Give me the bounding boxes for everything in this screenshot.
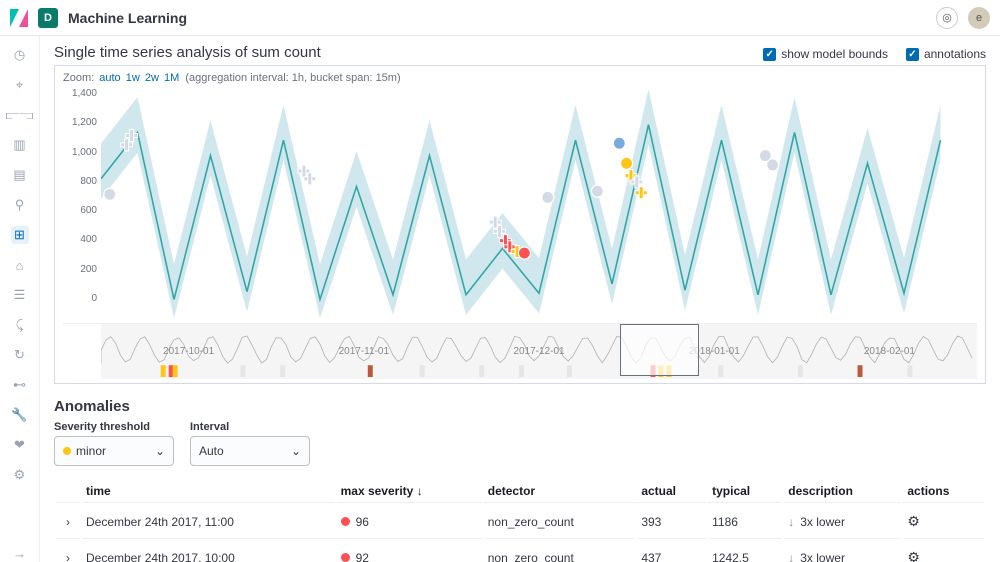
- visualize-icon[interactable]: ⫍⫎: [11, 106, 29, 124]
- checkbox-annotations-label: annotations: [924, 47, 986, 61]
- dashboard-icon[interactable]: ▥: [11, 136, 29, 154]
- sort-arrow-icon: ↓: [417, 484, 423, 498]
- row-actions-icon[interactable]: ⚙: [903, 541, 984, 562]
- siem-icon[interactable]: ⊷: [11, 376, 29, 394]
- interval-value: Auto: [199, 444, 224, 458]
- mini-x-tick: 2018-02-01: [802, 346, 977, 357]
- y-axis: 1,400 1,200 1,000 800 600 400 200 0: [63, 86, 101, 318]
- cell-typical: 1186: [708, 505, 782, 539]
- chart-container: Zoom: auto 1w 2w 1M (aggregation interva…: [54, 65, 986, 384]
- y-tick: 400: [80, 234, 97, 245]
- zoom-auto[interactable]: auto: [99, 72, 120, 84]
- arrow-down-icon: ↓: [788, 551, 794, 562]
- cell-detector: non_zero_count: [484, 505, 636, 539]
- chevron-down-icon: ⌄: [291, 444, 301, 458]
- mini-x-tick: 2017-11-01: [276, 346, 451, 357]
- table-row: ›December 24th 2017, 11:0096non_zero_cou…: [56, 505, 984, 539]
- mini-x-tick: 2017-12-01: [451, 346, 626, 357]
- brush-selection[interactable]: [620, 324, 699, 376]
- y-tick: 0: [91, 293, 97, 304]
- infra-icon[interactable]: ⌂: [11, 256, 29, 274]
- cell-typical: 1242.5: [708, 541, 782, 562]
- col-actions[interactable]: actions: [903, 478, 984, 503]
- col-actual[interactable]: actual: [637, 478, 706, 503]
- col-typical[interactable]: typical: [708, 478, 782, 503]
- severity-dot-icon: [341, 517, 350, 526]
- checkbox-model-bounds-label: show model bounds: [781, 47, 888, 61]
- zoom-label: Zoom:: [63, 72, 94, 84]
- help-icon[interactable]: ◎: [936, 7, 958, 29]
- app-title: Machine Learning: [68, 10, 187, 26]
- space-badge[interactable]: D: [38, 8, 58, 28]
- cell-detector: non_zero_count: [484, 541, 636, 562]
- context-x-axis: 2017-10-01 2017-11-01 2017-12-01 2018-01…: [101, 346, 977, 357]
- y-tick: 1,400: [72, 88, 97, 99]
- anomalies-table: time max severity ↓ detector actual typi…: [54, 476, 986, 562]
- cell-severity: 96: [337, 505, 482, 539]
- management-icon[interactable]: ⚙: [11, 466, 29, 484]
- col-detector[interactable]: detector: [484, 478, 636, 503]
- expand-row-icon[interactable]: ›: [56, 505, 80, 539]
- collapse-nav-icon[interactable]: →: [11, 544, 29, 562]
- chart-plot[interactable]: [101, 86, 977, 318]
- cell-description: ↓3x lower: [784, 505, 901, 539]
- main-panel: Single time series analysis of sum count…: [40, 36, 1000, 562]
- zoom-2w[interactable]: 2w: [145, 72, 159, 84]
- severity-value: minor: [76, 444, 106, 458]
- y-tick: 1,000: [72, 147, 97, 158]
- ml-icon[interactable]: ⊞: [11, 226, 29, 244]
- y-tick: 200: [80, 264, 97, 275]
- monitoring-icon[interactable]: ❤: [11, 436, 29, 454]
- y-tick: 600: [80, 205, 97, 216]
- maps-icon[interactable]: ⚲: [11, 196, 29, 214]
- uptime-icon[interactable]: ↻: [11, 346, 29, 364]
- cell-actual: 393: [637, 505, 706, 539]
- canvas-icon[interactable]: ▤: [11, 166, 29, 184]
- zoom-1m[interactable]: 1M: [164, 72, 179, 84]
- interval-label: Interval: [190, 421, 310, 433]
- severity-select[interactable]: minor ⌄: [54, 436, 174, 466]
- y-tick: 800: [80, 176, 97, 187]
- col-max-severity[interactable]: max severity ↓: [337, 478, 482, 503]
- col-description[interactable]: description: [784, 478, 901, 503]
- left-nav: ◷ ⌖ ⫍⫎ ▥ ▤ ⚲ ⊞ ⌂ ☰ ⤹ ↻ ⊷ 🔧 ❤ ⚙ →: [0, 36, 40, 562]
- user-avatar[interactable]: e: [968, 7, 990, 29]
- cell-time: December 24th 2017, 11:00: [82, 505, 335, 539]
- cell-time: December 24th 2017, 10:00: [82, 541, 335, 562]
- topbar: D Machine Learning ◎ e: [0, 0, 1000, 36]
- table-row: ›December 24th 2017, 10:0092non_zero_cou…: [56, 541, 984, 562]
- cell-actual: 437: [637, 541, 706, 562]
- recent-icon[interactable]: ◷: [11, 46, 29, 64]
- severity-dot-icon: [341, 553, 350, 562]
- chevron-down-icon: ⌄: [155, 444, 165, 458]
- checkbox-annotations[interactable]: annotations: [906, 47, 986, 61]
- zoom-meta: (aggregation interval: 1h, bucket span: …: [185, 72, 400, 84]
- checkbox-model-bounds[interactable]: show model bounds: [763, 47, 888, 61]
- col-time[interactable]: time: [82, 478, 335, 503]
- anomalies-heading: Anomalies: [54, 398, 986, 415]
- zoom-1w[interactable]: 1w: [126, 72, 140, 84]
- dot-minor-icon: [63, 447, 71, 455]
- y-tick: 1,200: [72, 117, 97, 128]
- interval-select[interactable]: Auto ⌄: [190, 436, 310, 466]
- cell-severity: 92: [337, 541, 482, 562]
- zoom-controls: Zoom: auto 1w 2w 1M (aggregation interva…: [63, 72, 977, 84]
- devtools-icon[interactable]: 🔧: [11, 406, 29, 424]
- severity-threshold-label: Severity threshold: [54, 421, 174, 433]
- expand-row-icon[interactable]: ›: [56, 541, 80, 562]
- mini-x-tick: 2017-10-01: [101, 346, 276, 357]
- context-chart[interactable]: 2017-10-01 2017-11-01 2017-12-01 2018-01…: [63, 323, 977, 379]
- arrow-down-icon: ↓: [788, 515, 794, 529]
- cell-description: ↓3x lower: [784, 541, 901, 562]
- kibana-logo-icon[interactable]: [10, 9, 28, 27]
- row-actions-icon[interactable]: ⚙: [903, 505, 984, 539]
- apm-icon[interactable]: ⤹: [11, 316, 29, 334]
- discover-icon[interactable]: ⌖: [11, 76, 29, 94]
- logs-icon[interactable]: ☰: [11, 286, 29, 304]
